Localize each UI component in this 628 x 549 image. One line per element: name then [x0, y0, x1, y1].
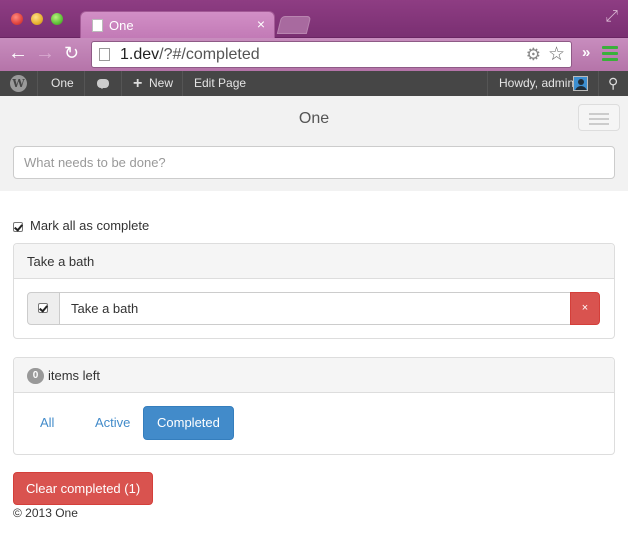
todo-footer-panel: 0 items left All Active Completed — [13, 357, 615, 455]
items-left-label: items left — [48, 368, 101, 383]
forward-arrow-icon[interactable]: → — [35, 42, 55, 65]
toggle-all[interactable]: Mark all as complete — [13, 218, 149, 234]
admin-bar-divider — [37, 71, 38, 96]
new-todo-input[interactable] — [13, 146, 615, 179]
address-bar[interactable]: 1.dev/?#/completed ⚙ ☆ — [91, 41, 572, 68]
admin-bar-howdy[interactable]: Howdy, admin — [499, 71, 574, 96]
todo-toggle[interactable] — [27, 292, 60, 325]
items-left-badge: 0 — [27, 368, 44, 384]
comments-icon[interactable] — [97, 79, 109, 89]
filter-active[interactable]: Active — [82, 406, 143, 440]
new-tab-button[interactable] — [276, 16, 312, 34]
url-path: /?#/completed — [159, 46, 260, 63]
navbar-toggle-button[interactable] — [578, 104, 620, 131]
admin-bar-divider — [598, 71, 599, 96]
close-window-button[interactable] — [11, 13, 23, 25]
todo-count-heading: 0 items left — [14, 358, 614, 393]
reload-icon[interactable]: ↻ — [64, 43, 79, 64]
zoom-window-button[interactable] — [51, 13, 63, 25]
toggle-all-label[interactable]: Mark all as complete — [30, 218, 149, 233]
minimize-window-button[interactable] — [31, 13, 43, 25]
wordpress-logo-icon[interactable]: W — [10, 75, 27, 92]
browser-tab[interactable]: One × — [80, 11, 275, 38]
url-text[interactable]: 1.dev/?#/completed — [120, 46, 260, 64]
clear-completed-button[interactable]: Clear completed (1) — [13, 472, 154, 505]
wp-admin-bar: W One + New Edit Page Howdy, admin ⚲ — [0, 71, 628, 96]
admin-bar-site-name[interactable]: One — [51, 71, 74, 96]
admin-bar-divider — [121, 71, 122, 96]
fullscreen-icon[interactable]: ⤢ — [605, 8, 618, 26]
list-item: × — [27, 292, 600, 325]
app-header: One — [0, 96, 628, 191]
todo-edit-input[interactable] — [59, 292, 571, 325]
url-domain: 1.dev — [120, 46, 160, 63]
browser-titlebar: One × ⤢ — [0, 0, 628, 38]
gear-icon[interactable]: ⚙ — [526, 45, 541, 65]
footer-copyright: © 2013 One — [13, 506, 78, 520]
todo-checkbox[interactable] — [38, 303, 48, 313]
admin-bar-divider — [487, 71, 488, 96]
search-icon[interactable]: ⚲ — [608, 75, 618, 92]
filter-all[interactable]: All — [27, 406, 67, 440]
app-title: One — [298, 110, 330, 127]
admin-bar-edit-page[interactable]: Edit Page — [194, 71, 246, 96]
back-arrow-icon[interactable]: ← — [8, 42, 28, 65]
toggle-all-checkbox[interactable] — [13, 221, 23, 232]
plus-icon[interactable]: + — [133, 71, 142, 96]
tab-title: One — [109, 18, 134, 33]
todo-panel-heading: Take a bath — [14, 244, 614, 279]
bookmark-star-icon[interactable]: ☆ — [548, 43, 565, 66]
tab-close-button[interactable]: × — [257, 16, 265, 32]
page-icon — [99, 48, 110, 61]
todo-panel-heading-text: Take a bath — [27, 254, 95, 269]
browser-toolbar: ← → ↻ 1.dev/?#/completed ⚙ ☆ » — [0, 38, 628, 71]
filter-completed[interactable]: Completed — [143, 406, 234, 440]
document-icon — [92, 19, 103, 32]
browser-menu-icon[interactable] — [602, 46, 618, 64]
admin-bar-divider — [84, 71, 85, 96]
extensions-overflow-button[interactable]: » — [582, 44, 590, 61]
delete-todo-button[interactable]: × — [570, 292, 600, 325]
todo-list-panel: Take a bath × — [13, 243, 615, 339]
avatar[interactable] — [573, 76, 588, 91]
admin-bar-divider — [182, 71, 183, 96]
admin-bar-new[interactable]: New — [149, 71, 173, 96]
